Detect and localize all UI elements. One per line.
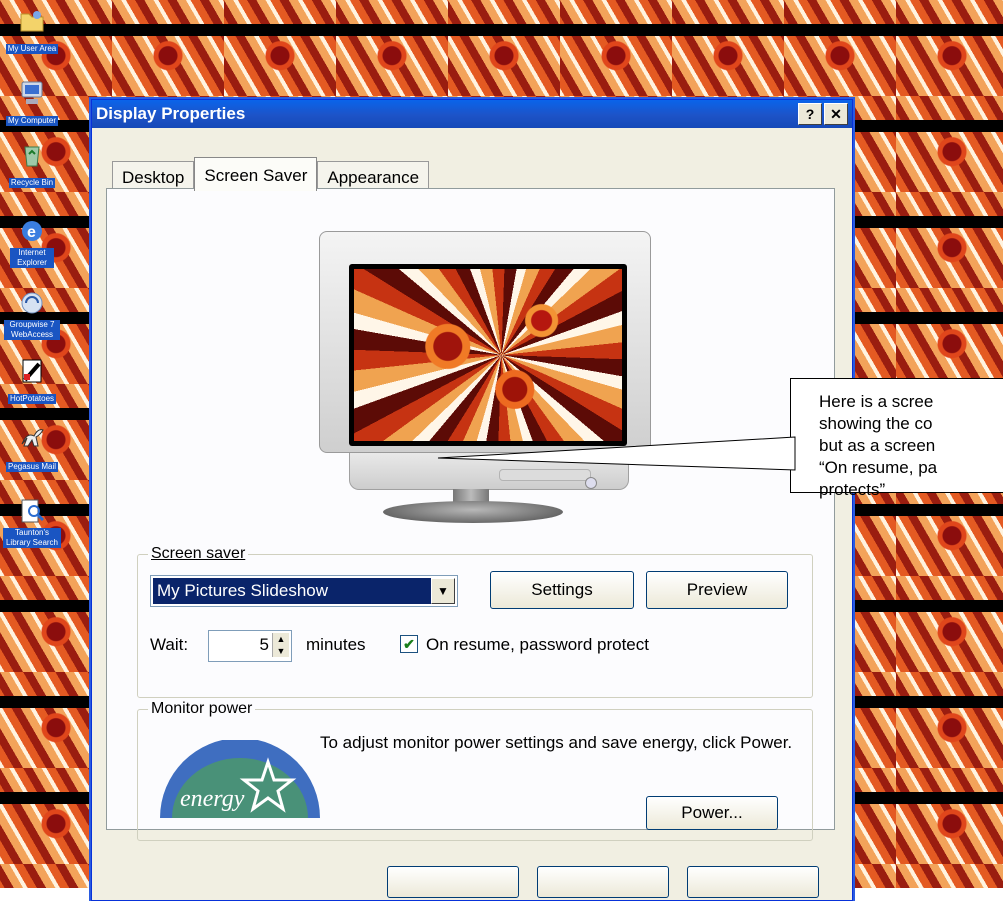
callout-pointer — [437, 436, 796, 471]
